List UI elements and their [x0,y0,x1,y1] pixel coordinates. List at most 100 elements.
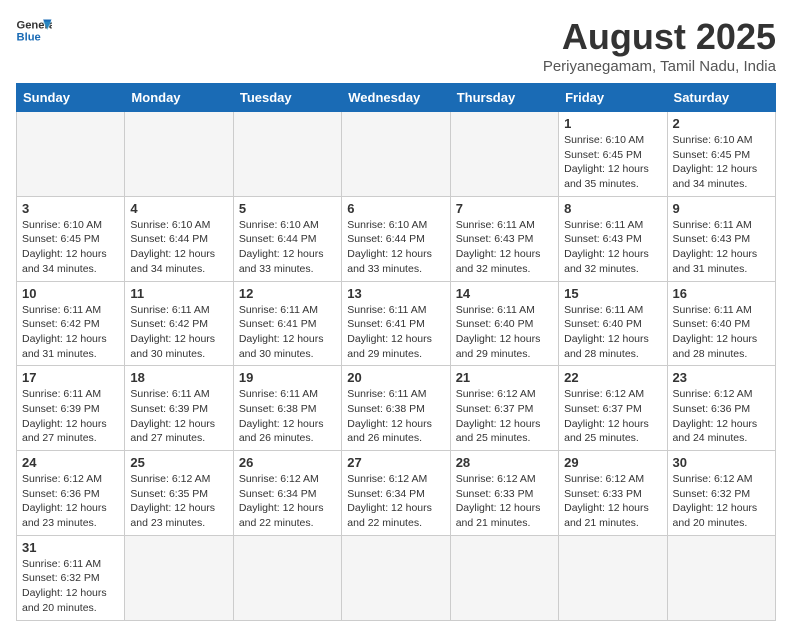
day-info: Sunrise: 6:12 AM Sunset: 6:34 PM Dayligh… [347,472,444,531]
day-info: Sunrise: 6:11 AM Sunset: 6:43 PM Dayligh… [673,218,770,277]
day-info: Sunrise: 6:10 AM Sunset: 6:44 PM Dayligh… [239,218,336,277]
calendar-day-cell: 13 Sunrise: 6:11 AM Sunset: 6:41 PM Dayli… [342,281,450,366]
day-info: Sunrise: 6:12 AM Sunset: 6:32 PM Dayligh… [673,472,770,531]
day-number: 23 [673,370,770,385]
calendar-day-cell: 14 Sunrise: 6:11 AM Sunset: 6:40 PM Dayli… [450,281,558,366]
day-info: Sunrise: 6:11 AM Sunset: 6:42 PM Dayligh… [130,303,227,362]
calendar-subtitle: Periyanegamam, Tamil Nadu, India [543,58,776,75]
day-number: 13 [347,286,444,301]
day-info: Sunrise: 6:11 AM Sunset: 6:43 PM Dayligh… [564,218,661,277]
day-info: Sunrise: 6:12 AM Sunset: 6:33 PM Dayligh… [564,472,661,531]
day-number: 14 [456,286,553,301]
day-info: Sunrise: 6:11 AM Sunset: 6:32 PM Dayligh… [22,557,119,616]
calendar-day-cell: 31Sunrise: 6:11 AM Sunset: 6:32 PM Dayli… [17,535,125,620]
calendar-day-cell: 19Sunrise: 6:11 AM Sunset: 6:38 PM Dayli… [233,366,341,451]
calendar-day-cell: 10 Sunrise: 6:11 AM Sunset: 6:42 PM Dayli… [17,281,125,366]
calendar-week-row: 31Sunrise: 6:11 AM Sunset: 6:32 PM Dayli… [17,535,776,620]
day-number: 15 [564,286,661,301]
calendar-day-cell: 17Sunrise: 6:11 AM Sunset: 6:39 PM Dayli… [17,366,125,451]
day-number: 4 [130,201,227,216]
day-number: 28 [456,455,553,470]
day-info: Sunrise: 6:11 AM Sunset: 6:38 PM Dayligh… [347,387,444,446]
calendar-day-cell: 22 Sunrise: 6:12 AM Sunset: 6:37 PM Dayli… [559,366,667,451]
page-header: General Blue August 2025 Periyanegamam, … [16,16,776,75]
calendar-day-cell [233,112,341,197]
day-info: Sunrise: 6:10 AM Sunset: 6:44 PM Dayligh… [130,218,227,277]
calendar-day-cell [125,112,233,197]
svg-text:Blue: Blue [17,32,41,44]
day-number: 24 [22,455,119,470]
calendar-day-cell: 16 Sunrise: 6:11 AM Sunset: 6:40 PM Dayli… [667,281,775,366]
weekday-header-row: SundayMondayTuesdayWednesdayThursdayFrid… [17,84,776,112]
calendar-day-cell: 11 Sunrise: 6:11 AM Sunset: 6:42 PM Dayli… [125,281,233,366]
day-number: 16 [673,286,770,301]
calendar-day-cell: 12Sunrise: 6:11 AM Sunset: 6:41 PM Dayli… [233,281,341,366]
day-number: 10 [22,286,119,301]
calendar-day-cell [125,535,233,620]
calendar-day-cell: 3Sunrise: 6:10 AM Sunset: 6:45 PM Daylig… [17,196,125,281]
calendar-day-cell: 1 Sunrise: 6:10 AM Sunset: 6:45 PM Daylig… [559,112,667,197]
day-number: 2 [673,116,770,131]
weekday-header-wednesday: Wednesday [342,84,450,112]
day-info: Sunrise: 6:11 AM Sunset: 6:40 PM Dayligh… [456,303,553,362]
day-number: 25 [130,455,227,470]
calendar-day-cell [450,535,558,620]
day-info: Sunrise: 6:11 AM Sunset: 6:39 PM Dayligh… [22,387,119,446]
day-number: 21 [456,370,553,385]
calendar-day-cell: 18Sunrise: 6:11 AM Sunset: 6:39 PM Dayli… [125,366,233,451]
day-number: 9 [673,201,770,216]
calendar-week-row: 3Sunrise: 6:10 AM Sunset: 6:45 PM Daylig… [17,196,776,281]
day-number: 26 [239,455,336,470]
calendar-day-cell: 20 Sunrise: 6:11 AM Sunset: 6:38 PM Dayli… [342,366,450,451]
day-number: 20 [347,370,444,385]
weekday-header-tuesday: Tuesday [233,84,341,112]
day-info: Sunrise: 6:11 AM Sunset: 6:40 PM Dayligh… [564,303,661,362]
day-info: Sunrise: 6:12 AM Sunset: 6:36 PM Dayligh… [22,472,119,531]
day-info: Sunrise: 6:12 AM Sunset: 6:34 PM Dayligh… [239,472,336,531]
calendar-day-cell [559,535,667,620]
calendar-day-cell: 2 Sunrise: 6:10 AM Sunset: 6:45 PM Daylig… [667,112,775,197]
calendar-week-row: 10 Sunrise: 6:11 AM Sunset: 6:42 PM Dayli… [17,281,776,366]
calendar-day-cell: 23 Sunrise: 6:12 AM Sunset: 6:36 PM Dayli… [667,366,775,451]
calendar-day-cell [667,535,775,620]
day-number: 1 [564,116,661,131]
calendar-day-cell: 6Sunrise: 6:10 AM Sunset: 6:44 PM Daylig… [342,196,450,281]
day-info: Sunrise: 6:10 AM Sunset: 6:45 PM Dayligh… [564,133,661,192]
calendar-day-cell [342,112,450,197]
day-info: Sunrise: 6:11 AM Sunset: 6:40 PM Dayligh… [673,303,770,362]
logo: General Blue [16,16,52,44]
day-info: Sunrise: 6:10 AM Sunset: 6:44 PM Dayligh… [347,218,444,277]
day-number: 22 [564,370,661,385]
generalblue-logo-icon: General Blue [16,16,52,44]
day-number: 8 [564,201,661,216]
calendar-title: August 2025 [543,16,776,58]
calendar-day-cell [233,535,341,620]
weekday-header-saturday: Saturday [667,84,775,112]
day-number: 29 [564,455,661,470]
day-number: 30 [673,455,770,470]
calendar-day-cell [450,112,558,197]
calendar-day-cell: 21Sunrise: 6:12 AM Sunset: 6:37 PM Dayli… [450,366,558,451]
calendar-day-cell: 9 Sunrise: 6:11 AM Sunset: 6:43 PM Daylig… [667,196,775,281]
day-number: 27 [347,455,444,470]
day-info: Sunrise: 6:11 AM Sunset: 6:42 PM Dayligh… [22,303,119,362]
calendar-day-cell: 8 Sunrise: 6:11 AM Sunset: 6:43 PM Daylig… [559,196,667,281]
calendar-week-row: 1 Sunrise: 6:10 AM Sunset: 6:45 PM Daylig… [17,112,776,197]
weekday-header-thursday: Thursday [450,84,558,112]
calendar-day-cell: 30 Sunrise: 6:12 AM Sunset: 6:32 PM Dayli… [667,451,775,536]
calendar-day-cell: 15 Sunrise: 6:11 AM Sunset: 6:40 PM Dayli… [559,281,667,366]
calendar-day-cell: 4 Sunrise: 6:10 AM Sunset: 6:44 PM Daylig… [125,196,233,281]
day-number: 11 [130,286,227,301]
day-info: Sunrise: 6:12 AM Sunset: 6:36 PM Dayligh… [673,387,770,446]
day-info: Sunrise: 6:12 AM Sunset: 6:37 PM Dayligh… [564,387,661,446]
day-info: Sunrise: 6:11 AM Sunset: 6:43 PM Dayligh… [456,218,553,277]
day-info: Sunrise: 6:10 AM Sunset: 6:45 PM Dayligh… [673,133,770,192]
day-info: Sunrise: 6:11 AM Sunset: 6:41 PM Dayligh… [347,303,444,362]
day-info: Sunrise: 6:12 AM Sunset: 6:33 PM Dayligh… [456,472,553,531]
calendar-day-cell: 5Sunrise: 6:10 AM Sunset: 6:44 PM Daylig… [233,196,341,281]
calendar-day-cell [342,535,450,620]
calendar-day-cell: 24 Sunrise: 6:12 AM Sunset: 6:36 PM Dayli… [17,451,125,536]
calendar-day-cell: 7 Sunrise: 6:11 AM Sunset: 6:43 PM Daylig… [450,196,558,281]
weekday-header-monday: Monday [125,84,233,112]
day-number: 7 [456,201,553,216]
